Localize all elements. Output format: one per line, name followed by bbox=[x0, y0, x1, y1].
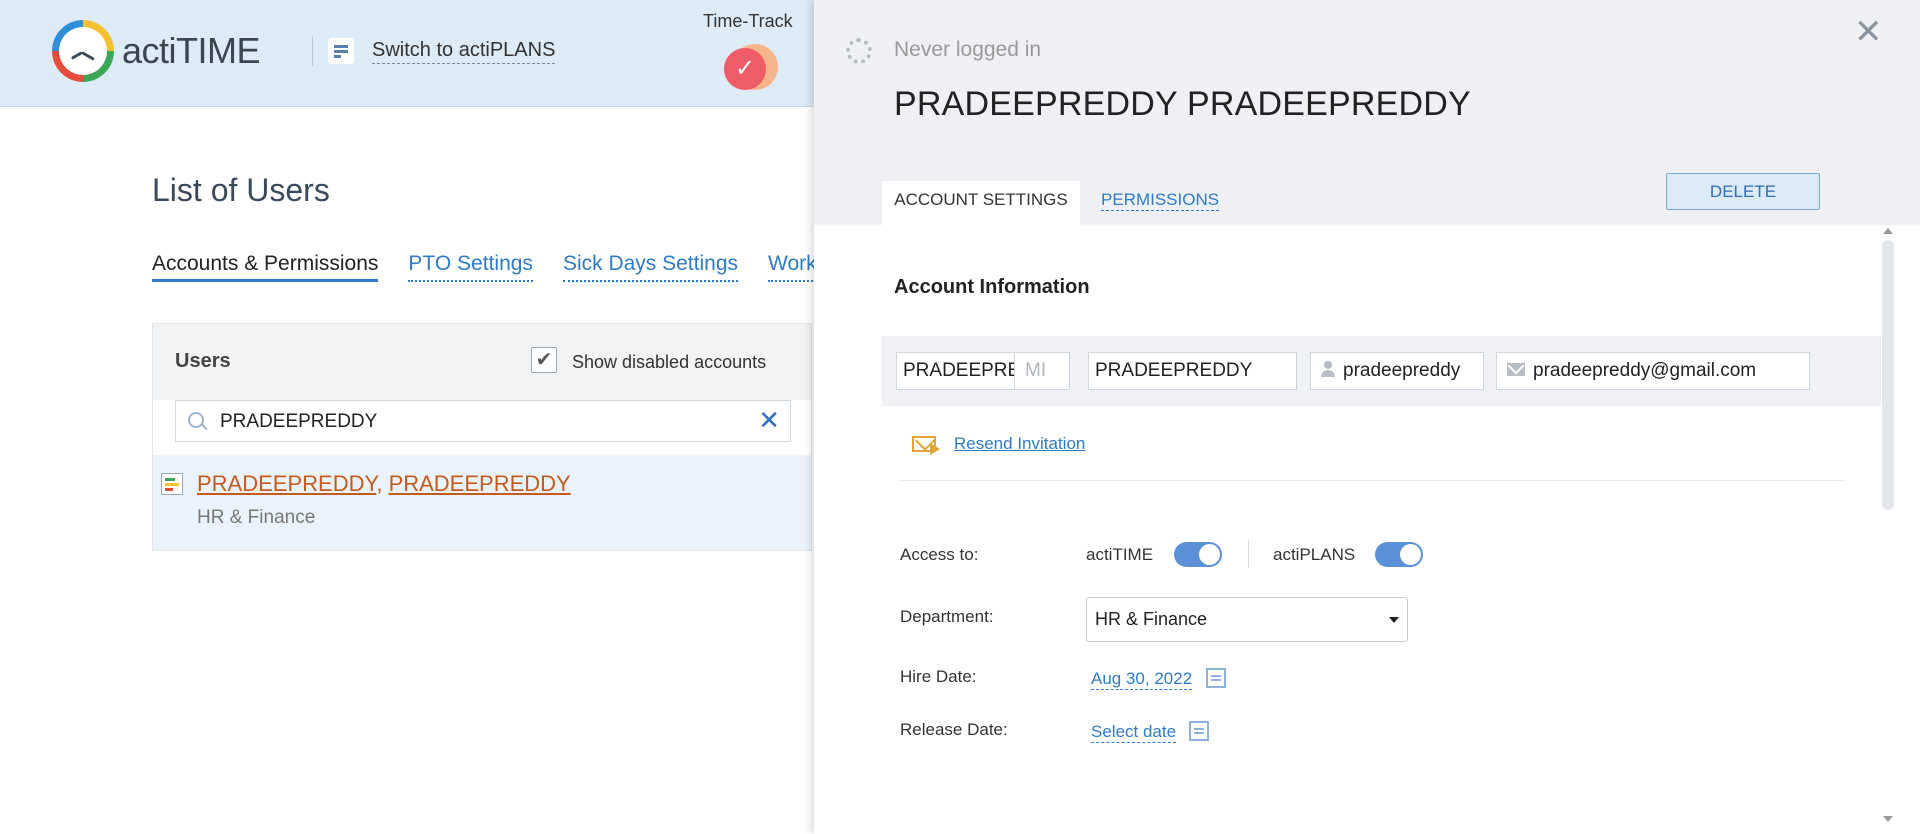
hire-date-picker[interactable]: Aug 30, 2022 bbox=[1091, 669, 1193, 690]
hire-date-label: Hire Date: bbox=[900, 667, 977, 686]
users-header: Users ✔ Show disabled accounts bbox=[153, 324, 811, 400]
middle-initial-field[interactable]: MI bbox=[1014, 352, 1070, 390]
middle-initial-placeholder: MI bbox=[1025, 360, 1047, 381]
resend-invitation[interactable]: Resend Invitation bbox=[912, 434, 1085, 455]
tab-account-settings[interactable]: ACCOUNT SETTINGS bbox=[882, 181, 1080, 225]
subtab-pto-settings[interactable]: PTO Settings bbox=[408, 252, 533, 282]
tab-permissions[interactable]: PERMISSIONS bbox=[1101, 190, 1220, 211]
access-actiplans-toggle[interactable] bbox=[1375, 542, 1423, 567]
subtab-sick-days-settings[interactable]: Sick Days Settings bbox=[562, 252, 739, 282]
name-separator: , bbox=[376, 471, 389, 496]
department-value: HR & Finance bbox=[1095, 609, 1208, 629]
timetrack-button[interactable]: ✓ bbox=[724, 44, 778, 94]
mail-icon bbox=[1507, 363, 1525, 376]
scroll-up-icon[interactable] bbox=[1883, 228, 1893, 234]
list-item[interactable]: PRADEEPREDDY, PRADEEPREDDY HR & Finance bbox=[153, 455, 811, 550]
search-value: PRADEEPREDDY bbox=[220, 411, 378, 432]
subtab-accounts-permissions[interactable]: Accounts & Permissions bbox=[152, 252, 379, 282]
user-details-panel: Never logged in ✕ PRADEEPREDDY PRADEEPRE… bbox=[814, 0, 1920, 834]
actitime-logo[interactable]: actiTIME bbox=[52, 20, 261, 82]
section-title: Account Information bbox=[894, 276, 1090, 298]
username-field[interactable]: pradeepreddy bbox=[1310, 352, 1484, 390]
chevron-down-icon bbox=[1389, 617, 1399, 623]
show-disabled-checkbox[interactable]: ✔ bbox=[531, 347, 557, 373]
users-panel: Users ✔ Show disabled accounts PRADEEPRE… bbox=[152, 323, 812, 551]
user-department: HR & Finance bbox=[197, 507, 316, 528]
user-last-name-link[interactable]: PRADEEPREDDY bbox=[197, 471, 376, 496]
actiplans-icon bbox=[328, 38, 354, 64]
release-date-label: Release Date: bbox=[900, 720, 1008, 739]
access-label: Access to: bbox=[900, 545, 979, 564]
calendar-icon[interactable] bbox=[1206, 668, 1226, 688]
username-value: pradeepreddy bbox=[1343, 360, 1461, 381]
actitime-logo-icon bbox=[52, 20, 114, 82]
access-actitime-label: actiTIME bbox=[1086, 545, 1154, 564]
scroll-down-icon[interactable] bbox=[1883, 816, 1893, 822]
delete-button[interactable]: DELETE bbox=[1666, 173, 1820, 210]
resend-invitation-link[interactable]: Resend Invitation bbox=[954, 434, 1085, 454]
department-label: Department: bbox=[900, 607, 994, 626]
divider bbox=[1248, 540, 1249, 568]
subtabs: Accounts & Permissions PTO Settings Sick… bbox=[152, 252, 847, 282]
user-full-name: PRADEEPREDDY PRADEEPREDDY bbox=[894, 85, 1471, 123]
user-search-input[interactable]: PRADEEPREDDY ✕ bbox=[175, 400, 791, 442]
last-name-field[interactable]: PRADEEPREDDY bbox=[1088, 352, 1297, 390]
timetrack-label: Time-Track bbox=[703, 11, 793, 31]
last-name-value: PRADEEPREDDY bbox=[1095, 360, 1253, 381]
divider bbox=[900, 480, 1844, 481]
users-title: Users bbox=[175, 350, 231, 372]
clear-icon[interactable]: ✕ bbox=[758, 405, 780, 436]
switch-to-actiplans-link[interactable]: Switch to actiPLANS bbox=[328, 38, 556, 64]
subtab-work[interactable]: Work bbox=[768, 252, 817, 282]
switch-label: Switch to actiPLANS bbox=[372, 39, 556, 64]
release-date-picker[interactable]: Select date bbox=[1091, 722, 1177, 743]
page-title: List of Users bbox=[152, 172, 330, 208]
scrollbar-thumb[interactable] bbox=[1882, 240, 1894, 510]
email-field[interactable]: pradeepreddy@gmail.com bbox=[1496, 352, 1810, 390]
spinner-icon bbox=[846, 38, 872, 64]
login-status: Never logged in bbox=[894, 38, 1042, 61]
email-value: pradeepreddy@gmail.com bbox=[1533, 360, 1757, 381]
panel-header: Never logged in ✕ PRADEEPREDDY PRADEEPRE… bbox=[814, 0, 1920, 225]
account-fields: PRADEEPREDDY MI PRADEEPREDDY pradeepredd… bbox=[882, 336, 1894, 406]
access-actitime-toggle[interactable] bbox=[1174, 542, 1222, 567]
close-icon[interactable]: ✕ bbox=[1854, 12, 1883, 52]
resend-mail-icon bbox=[912, 434, 942, 455]
show-disabled-label[interactable]: Show disabled accounts bbox=[572, 352, 766, 373]
access-actiplans-label: actiPLANS bbox=[1273, 545, 1356, 564]
logo-text: actiTIME bbox=[122, 30, 261, 71]
timetrack-check-icon: ✓ bbox=[724, 48, 766, 90]
user-list-icon bbox=[161, 473, 183, 495]
person-icon bbox=[1321, 361, 1335, 377]
user-name: PRADEEPREDDY, PRADEEPREDDY bbox=[197, 471, 571, 497]
divider bbox=[312, 36, 313, 66]
calendar-icon[interactable] bbox=[1189, 721, 1209, 741]
search-icon bbox=[188, 412, 204, 428]
user-first-name-link[interactable]: PRADEEPREDDY bbox=[389, 471, 571, 496]
department-select[interactable]: HR & Finance bbox=[1086, 597, 1408, 642]
